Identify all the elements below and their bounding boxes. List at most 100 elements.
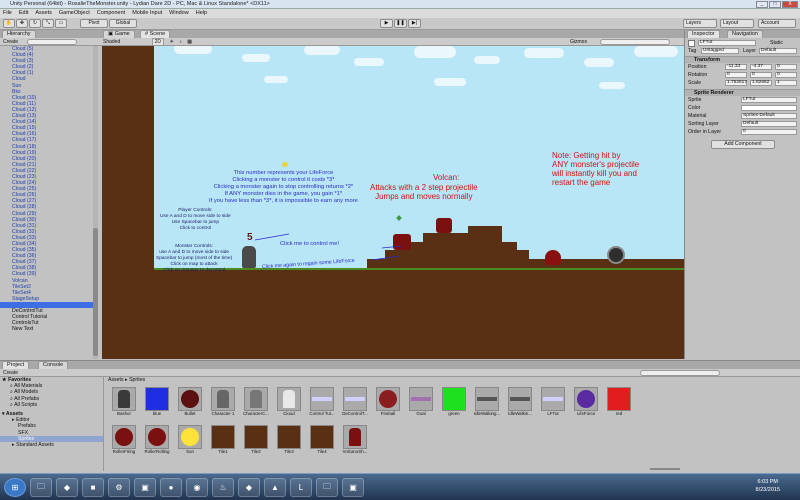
asset-item[interactable]: Tile2 — [242, 425, 270, 461]
app2-icon[interactable]: ▣ — [342, 478, 364, 497]
tab-hierarchy[interactable]: Hierarchy — [2, 30, 36, 38]
cloud-sprite[interactable] — [584, 58, 614, 67]
cloud-sprite[interactable] — [354, 58, 384, 66]
menu-component[interactable]: Component — [97, 9, 125, 18]
flame-icon[interactable]: ♨ — [212, 478, 234, 497]
gizmos-dropdown[interactable]: Gizmos — [570, 38, 587, 46]
add-component-button[interactable]: Add Component — [711, 140, 775, 149]
order-in-layer-field[interactable]: 0 — [741, 129, 797, 135]
tab-project[interactable]: Project — [2, 361, 30, 369]
step-button[interactable]: ▶| — [408, 19, 421, 28]
cloud-sprite[interactable] — [634, 46, 678, 57]
roller-monster[interactable] — [545, 250, 561, 265]
menu-edit[interactable]: Edit — [19, 9, 28, 18]
obs-icon[interactable]: ● — [160, 478, 182, 497]
lighting-toggle-icon[interactable]: ☀ — [169, 39, 173, 45]
global-toggle[interactable]: Global — [109, 19, 137, 28]
explorer-icon[interactable]: 🗀 — [30, 478, 52, 497]
static-checkbox[interactable]: Static — [770, 40, 783, 46]
effects-toggle-icon[interactable]: ▦ — [187, 39, 192, 45]
asset-item[interactable]: RollerRolling — [143, 425, 171, 461]
asset-item[interactable]: Tile1 — [209, 425, 237, 461]
asset-item[interactable]: blue — [143, 387, 171, 423]
rotation-x-field[interactable]: 0 — [725, 72, 747, 78]
breadcrumb-assets[interactable]: Assets — [108, 377, 124, 383]
transform-header[interactable]: Transform — [685, 56, 800, 63]
cloud-sprite[interactable] — [264, 76, 288, 83]
scene-view[interactable]: This number represents your LifeForce Cl… — [102, 46, 684, 359]
favorite-item[interactable]: ⌕ All Scripts — [0, 402, 103, 408]
asset-item[interactable]: green — [440, 387, 468, 423]
menu-window[interactable]: Window — [169, 9, 189, 18]
menu-mobile-input[interactable]: Mobile Input — [132, 9, 162, 18]
position-x-field[interactable]: -11.33 — [725, 64, 747, 70]
sprite-field[interactable]: LFTut — [741, 97, 797, 103]
material-field[interactable]: Sprites-Default — [741, 113, 797, 119]
asset-item[interactable]: RollerFiring — [110, 425, 138, 461]
layout-dropdown[interactable]: Layout — [720, 19, 754, 28]
scale-x-field[interactable]: 1.752817 — [725, 80, 747, 86]
scene-search-input[interactable] — [600, 39, 670, 45]
hierarchy-scroll-thumb[interactable] — [93, 228, 98, 356]
system-clock[interactable]: 6:03 PM 8/23/2015 — [756, 478, 780, 494]
chrome-icon[interactable]: ◉ — [186, 478, 208, 497]
hierarchy-list[interactable]: Cloud (5) Cloud (4) Cloud (3) Cloud (2) Clou… — [0, 46, 96, 359]
tab-inspector[interactable]: Inspector — [687, 30, 720, 38]
scale-tool-icon[interactable]: ⤡ — [42, 19, 54, 28]
bashor-monster[interactable] — [607, 246, 625, 264]
tag-dropdown[interactable]: Untagged — [701, 48, 739, 54]
sorting-layer-dropdown[interactable]: Default — [741, 121, 797, 127]
app-icon[interactable]: ▲ — [264, 478, 286, 497]
rect-tool-icon[interactable]: ▭ — [55, 19, 67, 28]
tab-scene[interactable]: # Scene — [140, 30, 171, 38]
layer-dropdown[interactable]: Default — [759, 48, 797, 54]
audio-toggle-icon[interactable]: ♪ — [179, 39, 182, 45]
cloud-sprite[interactable] — [242, 54, 270, 62]
cloud-sprite[interactable] — [414, 46, 456, 58]
asset-item[interactable]: Tile3 — [275, 425, 303, 461]
asset-item[interactable]: CharacterC... — [242, 387, 270, 423]
cloud-sprite[interactable] — [174, 46, 212, 54]
asset-item[interactable]: LifeForce — [572, 387, 600, 423]
asset-item[interactable]: Bullet — [176, 387, 204, 423]
move-tool-icon[interactable]: ✥ — [16, 19, 28, 28]
sprite-renderer-header[interactable]: Sprite Renderer — [685, 89, 800, 96]
cloud-sprite[interactable] — [524, 48, 564, 58]
asset-item[interactable]: red — [605, 387, 633, 423]
asset-item[interactable]: Goal — [407, 387, 435, 423]
project-create-button[interactable]: Create — [3, 370, 18, 376]
scale-z-field[interactable]: 1 — [775, 80, 797, 86]
menu-assets[interactable]: Assets — [35, 9, 52, 18]
unity-icon[interactable]: ◆ — [56, 478, 78, 497]
rotation-y-field[interactable]: 0 — [750, 72, 772, 78]
steam-icon[interactable]: ⚙ — [108, 478, 130, 497]
asset-item[interactable]: IdleWalking... — [473, 387, 501, 423]
menu-file[interactable]: File — [3, 9, 12, 18]
folder-item[interactable]: ▸ Standard Assets — [0, 442, 103, 448]
hierarchy-item[interactable]: New Text — [0, 326, 96, 332]
asset-item[interactable]: Tile4 — [308, 425, 336, 461]
object-name-field[interactable]: LFTut — [698, 40, 756, 46]
position-y-field[interactable]: -4.37 — [750, 64, 772, 70]
menu-gameobject[interactable]: GameObject — [59, 9, 90, 18]
hierarchy-search-input[interactable] — [27, 38, 78, 45]
active-checkbox[interactable] — [688, 40, 695, 47]
cloud-sprite[interactable] — [434, 78, 466, 86]
unity-alt-icon[interactable]: ◆ — [238, 478, 260, 497]
volcan-monster-top[interactable] — [436, 218, 452, 233]
asset-item[interactable]: Character 1 — [209, 387, 237, 423]
asset-item[interactable]: Bashor — [110, 387, 138, 423]
rotate-tool-icon[interactable]: ↻ — [29, 19, 41, 28]
color-swatch[interactable] — [741, 105, 797, 111]
asset-item[interactable]: Cloud — [275, 387, 303, 423]
minecraft-icon[interactable]: ■ — [82, 478, 104, 497]
pause-button[interactable]: ❚❚ — [394, 19, 407, 28]
asset-item[interactable]: DeControlT... — [341, 387, 369, 423]
league-icon[interactable]: L — [290, 478, 312, 497]
position-z-field[interactable]: 0 — [775, 64, 797, 70]
cloud-sprite[interactable] — [304, 46, 340, 55]
project-search-input[interactable] — [640, 370, 720, 376]
minimize-button[interactable]: _ — [756, 1, 768, 8]
cloud-sprite[interactable] — [474, 56, 500, 64]
asset-item[interactable]: Sun — [176, 425, 204, 461]
